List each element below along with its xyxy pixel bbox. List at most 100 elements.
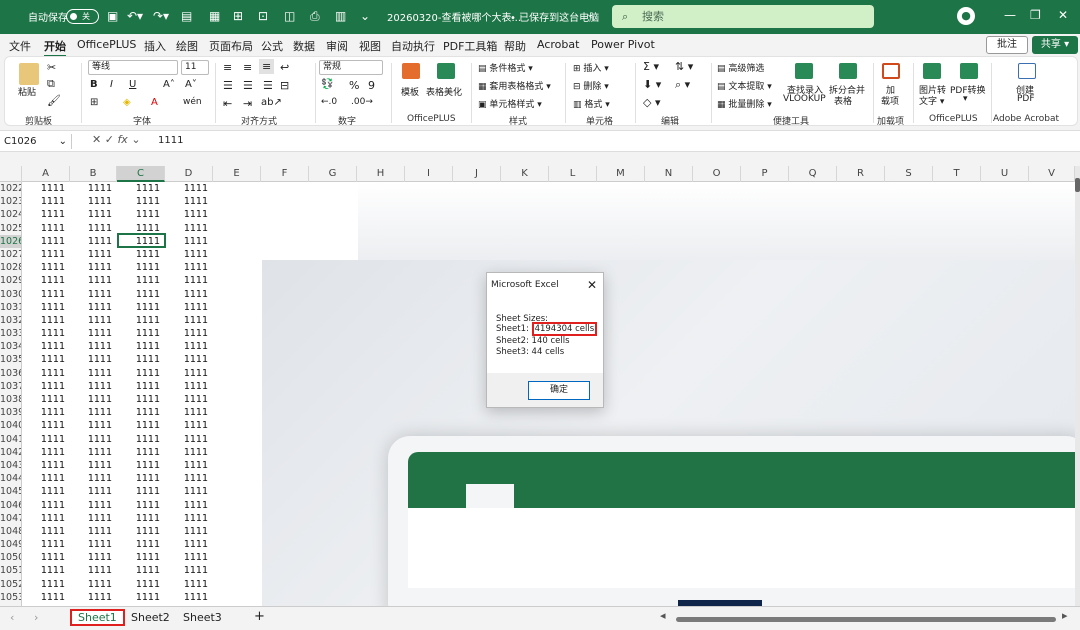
copy-icon[interactable]: ⧉ [47, 77, 55, 91]
comma-icon[interactable]: 9 [368, 79, 375, 92]
align-right-icon[interactable]: ☰ [263, 79, 273, 92]
row-header[interactable]: 1048 [0, 525, 21, 538]
cell[interactable]: 1111 [117, 208, 165, 221]
scroll-left-icon[interactable]: ◂ [660, 609, 666, 622]
cell[interactable]: 1111 [22, 195, 70, 208]
chevron-down-icon[interactable]: ⌄ [59, 134, 67, 149]
tab-file[interactable]: 文件 [9, 38, 31, 54]
cell[interactable]: 1111 [22, 564, 70, 577]
cell[interactable]: 1111 [165, 208, 213, 221]
cell[interactable]: 1111 [165, 433, 213, 446]
name-box[interactable]: C1026 ⌄ [4, 134, 72, 149]
cell[interactable]: 1111 [22, 235, 70, 248]
tab-pdf-toolbox[interactable]: PDF工具箱 [443, 38, 497, 54]
row-header[interactable]: 1045 [0, 485, 21, 498]
column-header[interactable]: L [549, 166, 597, 182]
row-header[interactable]: 1028 [0, 261, 21, 274]
pdf-convert-chevron-icon[interactable]: ▾ [963, 94, 968, 104]
cell-style-button[interactable]: ▣ 单元格样式 ▾ [478, 97, 542, 110]
cell[interactable]: 1111 [22, 406, 70, 419]
sort-filter-icon[interactable]: ⇅ ▾ [675, 60, 693, 73]
pdf-convert-icon[interactable] [960, 63, 978, 79]
cell[interactable]: 1111 [70, 261, 117, 274]
tab-acrobat[interactable]: Acrobat [537, 38, 579, 51]
wrap-text-icon[interactable]: ↩ [280, 61, 289, 74]
text-extract-button[interactable]: ▤ 文本提取 ▾ [717, 79, 772, 92]
cell[interactable]: 1111 [165, 222, 213, 235]
tab-insert[interactable]: 插入 [144, 38, 166, 54]
row-header[interactable]: 1036 [0, 367, 21, 380]
cell[interactable]: 1111 [70, 419, 117, 432]
row-header[interactable]: 1025 [0, 222, 21, 235]
cell[interactable]: 1111 [70, 195, 117, 208]
cell[interactable]: 1111 [70, 380, 117, 393]
cell[interactable]: 1111 [117, 195, 165, 208]
preview-icon[interactable]: ◫ [284, 9, 295, 23]
cell[interactable]: 1111 [22, 301, 70, 314]
print-icon[interactable]: ⎙ [310, 9, 320, 24]
scrollbar-thumb[interactable] [1075, 178, 1080, 192]
cell[interactable]: 1111 [70, 353, 117, 366]
enter-icon[interactable]: ✓ [105, 133, 114, 146]
row-header[interactable]: 1044 [0, 472, 21, 485]
format-cells-button[interactable]: ▥ 格式 ▾ [573, 97, 610, 110]
tab-draw[interactable]: 绘图 [176, 38, 198, 54]
cell[interactable]: 1111 [70, 235, 117, 248]
cell[interactable]: 1111 [117, 380, 165, 393]
align-bottom-icon[interactable]: ≡ [259, 59, 275, 74]
sheet-tab-1[interactable]: Sheet1 [70, 609, 125, 626]
addins-label-2[interactable]: 载项 [881, 94, 899, 107]
row-header[interactable]: 1030 [0, 288, 21, 301]
template-label[interactable]: 模板 [401, 85, 419, 98]
cell[interactable]: 1111 [70, 274, 117, 287]
cell[interactable]: 1111 [22, 274, 70, 287]
row-header[interactable]: 1051 [0, 564, 21, 577]
align-middle-icon[interactable]: ≡ [243, 61, 252, 74]
cell[interactable]: 1111 [165, 393, 213, 406]
fx-icon[interactable]: fx [117, 133, 127, 146]
vlookup-label[interactable]: VLOOKUP [783, 94, 826, 104]
cell[interactable]: 1111 [70, 208, 117, 221]
cell[interactable]: 1111 [117, 499, 165, 512]
number-format-select[interactable]: 常规 [319, 60, 383, 75]
cell[interactable]: 1111 [22, 512, 70, 525]
cell[interactable]: 1111 [22, 327, 70, 340]
image-to-text-label-2[interactable]: 文字 ▾ [919, 94, 944, 107]
chart-icon[interactable]: ▥ [335, 9, 346, 23]
cell[interactable]: 1111 [117, 512, 165, 525]
underline-icon[interactable]: U [129, 79, 136, 90]
cell[interactable]: 1111 [70, 591, 117, 604]
restore-icon[interactable]: ❐ [1030, 8, 1041, 22]
cell[interactable]: 1111 [165, 538, 213, 551]
cell[interactable]: 1111 [165, 235, 213, 248]
cell[interactable]: 1111 [70, 472, 117, 485]
cut-icon[interactable]: ✂ [47, 61, 56, 74]
percent-icon[interactable]: % [349, 79, 359, 92]
row-header[interactable]: 1022 [0, 182, 21, 195]
delete-cells-button[interactable]: ⊟ 删除 ▾ [573, 79, 609, 92]
lookup-icon[interactable] [795, 63, 813, 79]
column-header[interactable]: B [70, 166, 117, 182]
cell[interactable]: 1111 [165, 261, 213, 274]
cell[interactable]: 1111 [165, 472, 213, 485]
cell[interactable]: 1111 [165, 327, 213, 340]
cell[interactable]: 1111 [165, 485, 213, 498]
cell[interactable]: 1111 [117, 274, 165, 287]
cell[interactable]: 1111 [165, 274, 213, 287]
cell[interactable]: 1111 [70, 248, 117, 261]
cell[interactable]: 1111 [22, 314, 70, 327]
column-header[interactable]: O [693, 166, 741, 182]
cell[interactable]: 1111 [165, 459, 213, 472]
cell[interactable]: 1111 [70, 393, 117, 406]
addins-icon[interactable] [882, 63, 900, 79]
cell[interactable]: 1111 [117, 182, 165, 195]
cell[interactable]: 1111 [22, 485, 70, 498]
row-header[interactable]: 1038 [0, 393, 21, 406]
row-header[interactable]: 1041 [0, 433, 21, 446]
column-header[interactable]: P [741, 166, 789, 182]
image-to-text-icon[interactable] [923, 63, 941, 79]
column-header[interactable]: E [213, 166, 261, 182]
tab-officeplus[interactable]: OfficePLUS [77, 38, 136, 51]
cell[interactable]: 1111 [22, 261, 70, 274]
cell[interactable]: 1111 [117, 406, 165, 419]
